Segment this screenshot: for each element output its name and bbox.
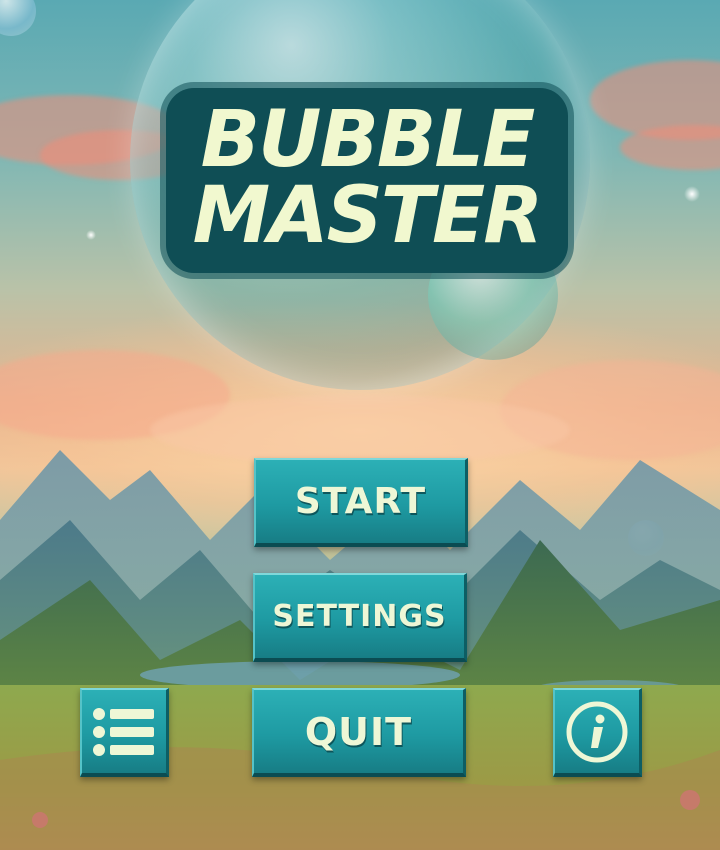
sparkle xyxy=(86,230,96,240)
sparkle xyxy=(684,186,700,202)
start-button[interactable]: START xyxy=(254,458,468,547)
info-button[interactable] xyxy=(553,688,642,777)
info-icon xyxy=(555,690,639,773)
game-logo: BUBBLE MASTER xyxy=(166,88,568,273)
quit-button-label: QUIT xyxy=(304,709,413,754)
leaderboard-list-button[interactable] xyxy=(80,688,169,777)
list-icon xyxy=(82,690,166,773)
quit-button[interactable]: QUIT xyxy=(252,688,466,777)
settings-button-label: SETTINGS xyxy=(272,599,447,634)
start-button-label: START xyxy=(294,481,427,522)
logo-title-line-2: MASTER xyxy=(192,171,544,261)
tiny-bubble xyxy=(0,0,36,36)
settings-button[interactable]: SETTINGS xyxy=(253,573,467,662)
logo-title-line-1: BUBBLE xyxy=(200,95,536,185)
